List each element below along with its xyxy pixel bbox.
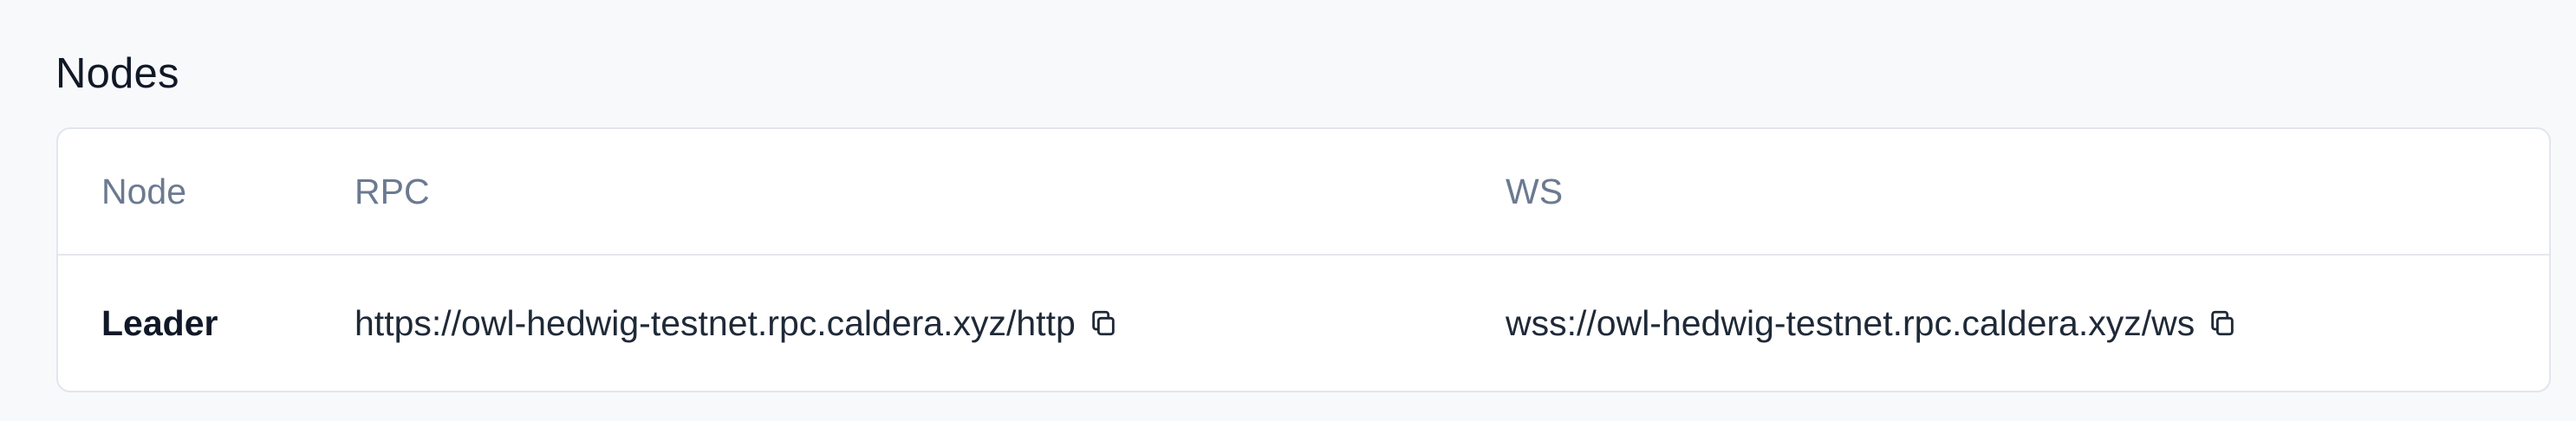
nodes-page: Nodes Node RPC WS Leader https://owl-hed… — [0, 0, 2576, 421]
column-header-ws: WS — [1506, 171, 1564, 211]
section-title: Nodes — [55, 50, 179, 97]
copy-icon — [1092, 310, 1115, 336]
copy-icon — [2211, 310, 2234, 336]
rpc-url: https://owl-hedwig-testnet.rpc.caldera.x… — [355, 302, 1076, 343]
table-header-row: Node RPC WS — [58, 129, 2549, 256]
ws-cell: wss://owl-hedwig-testnet.rpc.caldera.xyz… — [1506, 256, 2240, 391]
nodes-table: Node RPC WS Leader https://owl-hedwig-te… — [56, 127, 2551, 392]
node-name-cell: Leader — [101, 302, 218, 343]
copy-rpc-button[interactable] — [1086, 304, 1121, 342]
ws-url: wss://owl-hedwig-testnet.rpc.caldera.xyz… — [1506, 302, 2195, 343]
table-row: Leader https://owl-hedwig-testnet.rpc.ca… — [58, 256, 2549, 391]
column-header-node: Node — [101, 171, 187, 211]
column-header-rpc: RPC — [355, 171, 430, 211]
rpc-cell: https://owl-hedwig-testnet.rpc.caldera.x… — [355, 256, 1121, 391]
copy-ws-button[interactable] — [2205, 304, 2240, 342]
